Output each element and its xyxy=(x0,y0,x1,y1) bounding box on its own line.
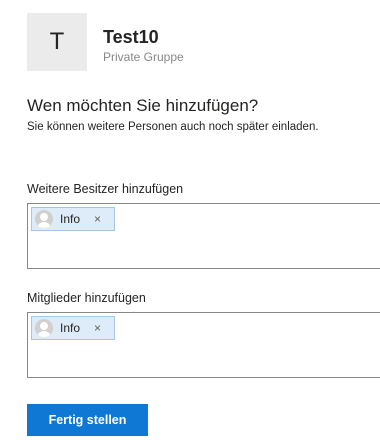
owner-chip[interactable]: Info × xyxy=(31,207,115,231)
member-chip-label: Info xyxy=(60,321,81,335)
prompt-title: Wen möchten Sie hinzufügen? xyxy=(27,96,259,115)
person-icon xyxy=(35,210,53,228)
group-privacy-label: Private Gruppe xyxy=(103,50,184,64)
members-field-label: Mitglieder hinzufügen xyxy=(27,291,146,305)
group-meta: Test10 Private Gruppe xyxy=(103,13,184,65)
finish-button[interactable]: Fertig stellen xyxy=(27,404,148,436)
members-picker-input[interactable]: Info × xyxy=(27,312,380,378)
close-icon[interactable]: × xyxy=(94,212,101,226)
group-initial: T xyxy=(49,28,65,55)
prompt-subtitle: Sie können weitere Personen auch noch sp… xyxy=(27,121,319,133)
close-icon[interactable]: × xyxy=(94,321,101,335)
group-avatar: T xyxy=(27,13,87,71)
person-icon xyxy=(35,319,53,337)
member-chip[interactable]: Info × xyxy=(31,316,115,340)
owners-picker-input[interactable]: Info × xyxy=(27,203,380,269)
group-name: Test10 xyxy=(103,27,159,47)
owner-chip-label: Info xyxy=(60,212,81,226)
group-header: T Test10 Private Gruppe xyxy=(27,13,184,71)
owners-field-label: Weitere Besitzer hinzufügen xyxy=(27,182,184,196)
